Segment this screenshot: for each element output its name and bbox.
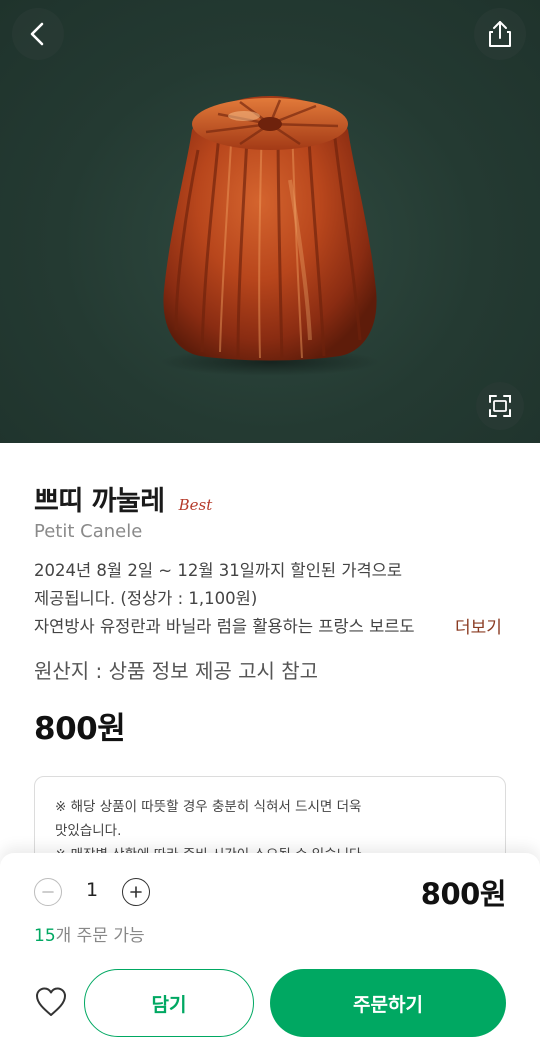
origin-text: 원산지 : 상품 정보 제공 고시 참고 <box>34 659 319 683</box>
notice-line: ※ 해당 상품이 따뜻할 경우 충분히 식혀서 드시면 더욱 <box>55 799 362 815</box>
product-english-name: Petit Canele <box>34 521 143 542</box>
total-price: 800원 <box>420 877 507 911</box>
available-count-suffix: 개 주문 가능 <box>55 926 145 946</box>
description-line: 자연방사 유정란과 바닐라 럼을 활용하는 프랑스 보르도 <box>34 617 415 636</box>
available-count-number: 15 <box>34 926 56 946</box>
description-line: 제공됩니다. (정상가 : 1,100원) <box>34 589 258 608</box>
increase-quantity-button[interactable] <box>122 878 150 906</box>
product-hero <box>0 0 540 443</box>
product-description: 2024년 8월 2일 ~ 12월 31일까지 할인된 가격으로 제공됩니다. … <box>34 557 504 641</box>
share-icon <box>489 21 511 47</box>
share-button[interactable] <box>474 8 526 60</box>
title-row: 쁘띠 까눌레 Best <box>34 479 212 518</box>
best-badge: Best <box>178 496 213 514</box>
plus-icon <box>130 886 142 898</box>
decrease-quantity-button[interactable] <box>34 878 62 906</box>
expand-icon <box>489 395 511 417</box>
add-to-cart-button[interactable]: 담기 <box>84 969 254 1037</box>
order-bar: 1 800원 15개 주문 가능 담기 주문하기 <box>0 853 540 1053</box>
description-line: 2024년 8월 2일 ~ 12월 31일까지 할인된 가격으로 <box>34 561 403 580</box>
canele-image <box>160 96 380 376</box>
more-link[interactable]: 더보기 <box>455 613 502 638</box>
quantity-value: 1 <box>85 879 99 901</box>
back-button[interactable] <box>12 8 64 60</box>
order-button[interactable]: 주문하기 <box>270 969 506 1037</box>
available-count: 15개 주문 가능 <box>34 921 145 946</box>
chevron-left-icon <box>30 22 44 46</box>
minus-icon <box>42 891 54 893</box>
product-title: 쁘띠 까눌레 <box>34 486 165 517</box>
zoom-image-button[interactable] <box>476 382 524 430</box>
favorite-heart-icon[interactable] <box>34 986 68 1018</box>
notice-line: 맛있습니다. <box>55 823 122 839</box>
product-price: 800원 <box>34 711 126 747</box>
